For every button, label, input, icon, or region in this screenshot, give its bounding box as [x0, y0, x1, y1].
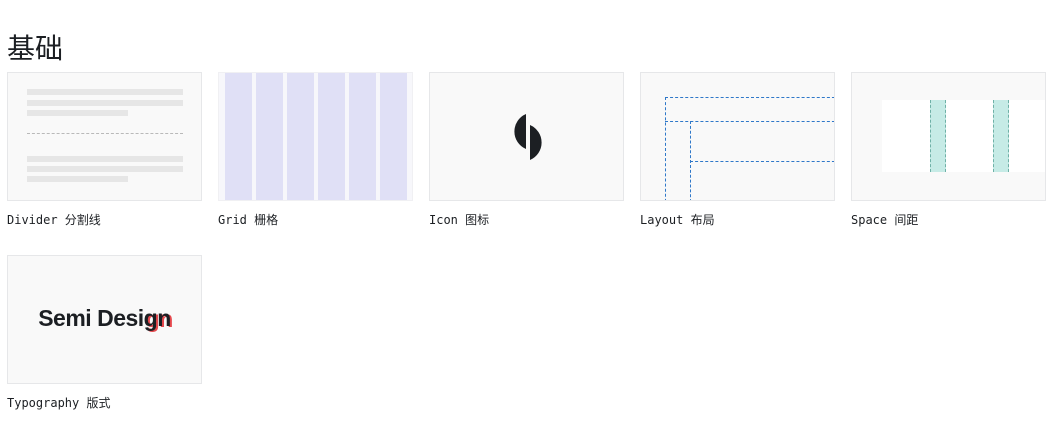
divider-preview-line [27, 89, 183, 95]
card-space[interactable]: Space 间距 [851, 72, 1046, 227]
grid-column [256, 73, 283, 200]
section-title: 基础 [7, 31, 64, 65]
space-gap-marker [993, 100, 1009, 172]
layout-frame-outline [665, 97, 666, 200]
icon-preview [429, 72, 624, 201]
layout-footer-outline [690, 161, 834, 162]
card-label-divider: Divider 分割线 [7, 213, 101, 227]
divider-preview-line [27, 156, 183, 162]
grid-column [349, 73, 376, 200]
card-icon[interactable]: Icon 图标 [429, 72, 624, 227]
card-typography[interactable]: Semi Design Typography 版式 [7, 255, 202, 410]
card-label-space: Space 间距 [851, 213, 919, 227]
space-gap-marker [930, 100, 946, 172]
divider-preview-line [27, 166, 183, 172]
semi-logo-icon [514, 114, 542, 160]
card-label-icon: Icon 图标 [429, 213, 490, 227]
divider-preview-line [27, 100, 183, 106]
card-grid[interactable]: Grid 栅格 [218, 72, 413, 227]
divider-preview-line [27, 176, 128, 182]
typography-sample-text: Semi Design [8, 305, 201, 332]
typography-preview: Semi Design [7, 255, 202, 384]
card-divider[interactable]: Divider 分割线 [7, 72, 202, 227]
card-label-grid: Grid 栅格 [218, 213, 279, 227]
divider-preview [7, 72, 202, 201]
grid-column [380, 73, 407, 200]
card-label-layout: Layout 布局 [640, 213, 715, 227]
typography-sample-main: Semi Desi [38, 305, 144, 331]
card-label-typography: Typography 版式 [7, 396, 111, 410]
divider-preview-line [27, 110, 128, 116]
space-preview-area [882, 100, 1045, 172]
grid-column [318, 73, 345, 200]
layout-preview [640, 72, 835, 201]
grid-column [225, 73, 252, 200]
grid-preview [218, 72, 413, 201]
grid-column [287, 73, 314, 200]
divider-dashed-line [27, 133, 183, 134]
card-layout[interactable]: Layout 布局 [640, 72, 835, 227]
layout-header-outline [665, 97, 834, 98]
typography-sample-accent: gn [143, 305, 172, 331]
space-preview [851, 72, 1046, 201]
